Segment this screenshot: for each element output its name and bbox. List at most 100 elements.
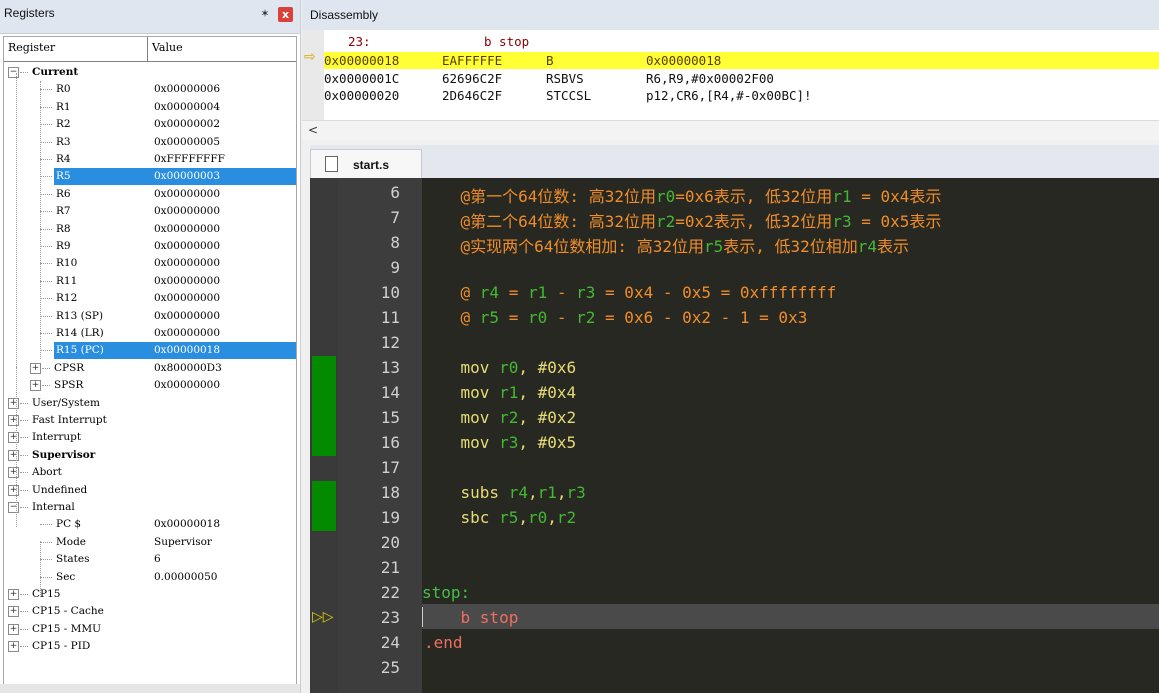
register-row[interactable]: + Supervisor [4, 447, 296, 464]
register-row[interactable]: R12 0x00000000 [4, 290, 296, 307]
code-line[interactable]: b stop [422, 608, 519, 627]
register-value: 0x00000005 [154, 135, 221, 148]
line-number: 25 [380, 658, 400, 677]
register-row[interactable]: R5 0x00000003 [4, 168, 296, 186]
code-line[interactable]: @第一个64位数: 高32位用r0=0x6表示, 低32位用r1 = 0x4表示 [422, 183, 942, 207]
register-row[interactable]: − Current [4, 64, 296, 81]
tree-connector [40, 246, 52, 247]
code-line[interactable]: subs r4,r1,r3 [422, 483, 586, 502]
expand-icon[interactable]: + [30, 380, 41, 392]
expand-icon[interactable]: + [8, 589, 19, 600]
expand-icon[interactable]: + [8, 415, 19, 426]
register-row[interactable]: R11 0x00000000 [4, 273, 296, 290]
expand-icon[interactable]: + [8, 641, 19, 653]
tree-guide-line [16, 367, 17, 527]
register-row[interactable]: R14 (LR) 0x00000000 [4, 325, 296, 342]
register-row[interactable]: + CP15 - Cache [4, 603, 296, 620]
code-line[interactable]: @ r5 = r0 - r2 = 0x6 - 0x2 - 1 = 0x3 [422, 308, 808, 327]
register-row[interactable]: − Internal [4, 499, 296, 516]
register-row[interactable]: R8 0x00000000 [4, 221, 296, 238]
register-row[interactable]: R4 0xFFFFFFFF [4, 151, 296, 168]
tree-connector [20, 507, 28, 508]
expand-icon[interactable]: + [30, 362, 41, 374]
close-icon[interactable]: x [278, 7, 293, 22]
code-line[interactable]: sbc r5,r0,r2 [422, 508, 577, 527]
register-row[interactable]: R9 0x00000000 [4, 238, 296, 255]
code-line[interactable]: @实现两个64位数相加: 高32位用r5表示, 低32位相加r4表示 [422, 233, 910, 257]
register-row[interactable]: + CP15 [4, 586, 296, 603]
register-row[interactable]: + Fast Interrupt [4, 412, 296, 429]
expand-icon[interactable]: + [8, 606, 19, 618]
register-row[interactable]: R13 (SP) 0x00000000 [4, 308, 296, 325]
column-header-value[interactable]: Value [152, 41, 183, 54]
code-token: = [499, 283, 528, 302]
expand-icon[interactable]: + [8, 484, 19, 496]
register-name: R5 [56, 170, 71, 183]
code-line[interactable]: .end [424, 633, 463, 652]
code-line[interactable]: stop: [422, 583, 470, 602]
code-token: r1 [537, 483, 557, 502]
register-row[interactable]: + CP15 - MMU [4, 621, 296, 638]
code-line[interactable]: @第二个64位数: 高32位用r2=0x2表示, 低32位用r3 = 0x5表示 [422, 208, 942, 232]
register-value: 0x00000003 [154, 170, 221, 183]
code-line[interactable]: mov r2, #0x2 [422, 408, 577, 427]
register-row[interactable]: R3 0x00000005 [4, 134, 296, 151]
register-row[interactable]: R6 0x00000000 [4, 186, 296, 203]
line-number: 23 [380, 608, 400, 627]
register-row[interactable]: + Undefined [4, 482, 296, 499]
expand-icon[interactable]: + [8, 623, 19, 635]
line-number: 15 [380, 408, 400, 427]
pin-icon[interactable]: ✶ [258, 7, 272, 21]
code-token: r0 [527, 508, 548, 527]
register-row[interactable]: + User/System [4, 395, 296, 412]
expand-icon[interactable]: + [8, 467, 19, 479]
column-header-register[interactable]: Register [8, 41, 55, 54]
register-row[interactable]: + CPSR 0x800000D3 [4, 360, 296, 377]
collapse-icon[interactable]: − [8, 67, 19, 78]
code-token: r2 [655, 212, 676, 231]
disassembly-source-line[interactable]: 23: b stop [324, 33, 1159, 50]
register-row[interactable]: R0 0x00000006 [4, 81, 296, 98]
register-row[interactable]: R10 0x00000000 [4, 255, 296, 272]
scroll-left-icon[interactable]: < [308, 123, 318, 137]
disassembly-horizontal-scrollbar[interactable]: < [302, 120, 1159, 140]
disassembly-row[interactable]: 0x0000001C 62696C2F RSBVS R6,R9,#0x00002F00 [324, 70, 1159, 87]
register-row[interactable]: Mode Supervisor [4, 534, 296, 551]
register-row[interactable]: PC $ 0x00000018 [4, 516, 296, 533]
code-token: r5 [499, 508, 519, 527]
code-editor[interactable]: ▷▷ 6 @第一个64位数: 高32位用r0=0x6表示, 低32位用r1 = … [310, 178, 1159, 693]
tab-start-s[interactable]: start.s [310, 149, 422, 179]
register-tree[interactable]: Register Value − Current R0 0x00000006 R1 0x0… [3, 36, 297, 688]
register-row[interactable]: R15 (PC) 0x00000018 [4, 342, 296, 360]
register-name: R1 [56, 100, 71, 113]
code-line[interactable]: mov r3, #0x5 [422, 433, 577, 452]
register-row[interactable]: + CP15 - PID [4, 638, 296, 655]
expand-icon[interactable]: + [8, 449, 19, 461]
code-line[interactable]: mov r1, #0x4 [422, 383, 577, 402]
register-name: R7 [56, 205, 71, 218]
column-divider[interactable] [147, 37, 148, 61]
disassembly-row[interactable]: 0x00000020 2D646C2F STCCSL p12,CR6,[R4,#-0x… [324, 87, 1159, 104]
instruction-mnemonic: STCCSL [546, 88, 592, 103]
register-value: 0x00000002 [154, 118, 221, 131]
expand-icon[interactable]: + [8, 397, 19, 409]
code-line[interactable]: @ r4 = r1 - r3 = 0x4 - 0x5 = 0xffffffff [422, 283, 837, 302]
code-line[interactable]: mov r0, #0x6 [422, 358, 577, 377]
register-row[interactable]: R1 0x00000004 [4, 99, 296, 116]
register-name: Supervisor [32, 448, 96, 461]
disassembly-view[interactable]: 23: b stop 0x00000018 EAFFFFFE B 0x00000018… [302, 30, 1159, 140]
expand-icon[interactable]: + [8, 432, 19, 444]
register-row[interactable]: + Interrupt [4, 429, 296, 446]
register-row[interactable]: + Abort [4, 464, 296, 481]
disassembly-row[interactable]: 0x00000018 EAFFFFFE B 0x00000018 [324, 52, 1159, 69]
register-row[interactable]: + SPSR 0x00000000 [4, 377, 296, 394]
register-row[interactable]: R2 0x00000002 [4, 116, 296, 133]
register-row[interactable]: R7 0x00000000 [4, 203, 296, 220]
code-token: = 0x4表示 [851, 187, 942, 206]
register-row[interactable]: States 6 [4, 551, 296, 568]
register-row[interactable]: Sec 0.00000050 [4, 569, 296, 586]
tree-connector [40, 263, 52, 265]
code-token: r2 [499, 408, 519, 427]
code-token: , [518, 508, 528, 527]
collapse-icon[interactable]: − [8, 502, 19, 513]
